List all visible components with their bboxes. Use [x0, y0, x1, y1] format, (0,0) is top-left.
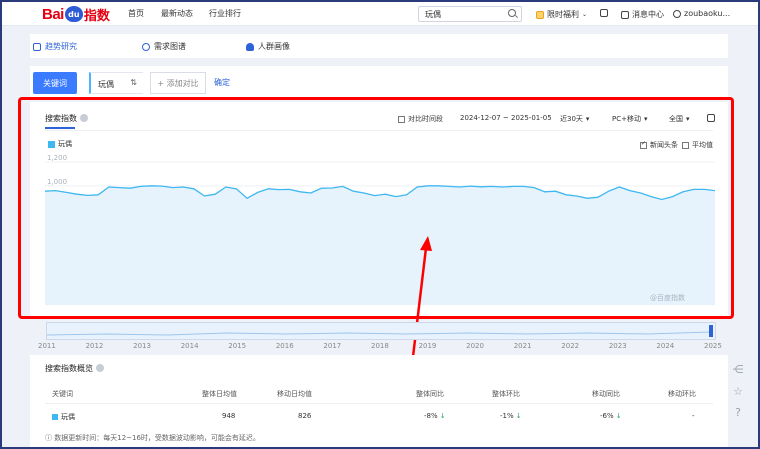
baidu-index-logo[interactable]: Bai du 指数 — [42, 5, 110, 24]
legend-swatch — [52, 414, 58, 420]
timeline-year-label: 2014 — [180, 342, 199, 350]
search-input[interactable]: 玩偶 — [418, 6, 522, 22]
timeline-year-label: 2013 — [133, 342, 151, 350]
arrow-down-icon: ↓ — [515, 412, 522, 420]
table-row-keyword: 玩偶 — [52, 412, 75, 422]
keyword-toolbar: 关键词 玩偶 ⇅ + 添加对比 确定 — [30, 66, 728, 100]
gift-icon — [536, 10, 544, 19]
message-icon — [621, 10, 629, 19]
col-overall-avg: 整体日均值 — [202, 390, 237, 398]
highlight-box — [18, 97, 734, 319]
divider — [45, 403, 713, 404]
timeline-year-label: 2012 — [85, 342, 104, 350]
overall-avg-value: 948 — [222, 412, 236, 420]
arrow-down-icon: ↓ — [615, 412, 622, 420]
timeline-year-label: 2024 — [656, 342, 675, 350]
people-icon — [246, 42, 254, 51]
timeline-year-label: 2016 — [275, 342, 294, 350]
promo-link[interactable]: 限时福利 ⌄ — [536, 9, 587, 20]
timeline-handle[interactable] — [709, 325, 713, 337]
col-mobile-mom: 移动环比 — [668, 390, 696, 398]
timeline-year-label: 2022 — [561, 342, 580, 350]
col-overall-mom: 整体环比 — [492, 390, 520, 398]
share-icon — [600, 9, 608, 17]
mobile-yoy-value: -6% ↓ — [600, 412, 622, 420]
timeline-year-label: 2019 — [418, 342, 437, 350]
share-link[interactable] — [600, 9, 608, 17]
help-icon[interactable] — [96, 364, 104, 372]
star-icon[interactable]: ☆ — [730, 385, 746, 399]
timeline-year-label: 2011 — [38, 342, 56, 350]
col-mobile-yoy: 移动同比 — [592, 390, 620, 398]
top-navbar: Bai du 指数 首页 最新动态 行业排行 玩偶 限时福利 ⌄ 消息中心 zo… — [2, 2, 758, 26]
confirm-button[interactable]: 确定 — [214, 77, 230, 88]
tab-audience-profile[interactable]: 人群画像 — [246, 41, 290, 52]
tab-demand-graph[interactable]: 需求图谱 — [142, 41, 186, 52]
overview-title: 搜索指数概览 — [45, 363, 104, 374]
trend-icon — [33, 42, 41, 51]
overall-yoy-value: -8% ↓ — [424, 412, 446, 420]
tab-trend-research[interactable]: 趋势研究 — [33, 41, 77, 52]
timeline-year-label: 2018 — [371, 342, 389, 350]
share-icon[interactable]: ⋲ — [730, 363, 746, 377]
keyword-chip[interactable]: 玩偶 ⇅ — [89, 72, 143, 94]
nav-industry-rank[interactable]: 行业排行 — [209, 8, 241, 19]
col-keyword: 关键词 — [52, 390, 73, 398]
sort-icon[interactable]: ⇅ — [130, 78, 137, 87]
keyword-button[interactable]: 关键词 — [33, 72, 77, 94]
message-center-link[interactable]: 消息中心 — [621, 9, 664, 20]
nav-home[interactable]: 首页 — [128, 8, 144, 19]
timeline-sparkline — [47, 331, 713, 336]
timeline-year-label: 2015 — [228, 342, 247, 350]
timeline-year-label: 2017 — [323, 342, 342, 350]
chevron-down-icon: ⌄ — [582, 11, 588, 18]
add-compare-button[interactable]: + 添加对比 — [150, 72, 206, 94]
info-icon: ⓘ — [45, 434, 52, 442]
timeline-year-label: 2020 — [466, 342, 484, 350]
mobile-mom-value: - — [692, 412, 695, 420]
help-circle-icon[interactable]: ? — [730, 406, 746, 420]
col-mobile-avg: 移动日均值 — [277, 390, 312, 398]
user-menu[interactable]: zoubaoku... — [673, 9, 730, 18]
footnote: ⓘ 数据更新时间：每天12~16时，受数据波动影响，可能会有延迟。 — [45, 434, 260, 442]
sub-navbar: 趋势研究 需求图谱 人群画像 — [30, 34, 728, 58]
timeline-year-label: 2023 — [608, 342, 627, 350]
mobile-avg-value: 826 — [298, 412, 312, 420]
col-overall-yoy: 整体同比 — [416, 390, 444, 398]
nav-latest-news[interactable]: 最新动态 — [161, 8, 193, 19]
timeline-scroller[interactable] — [46, 322, 716, 340]
overall-mom-value: -1% ↓ — [500, 412, 522, 420]
timeline-year-label: 2021 — [513, 342, 532, 350]
timeline-year-label: 2025 — [704, 342, 722, 350]
paw-icon: du — [64, 6, 83, 22]
user-icon — [673, 9, 681, 18]
search-icon[interactable] — [508, 9, 516, 17]
graph-icon — [142, 42, 150, 51]
arrow-down-icon: ↓ — [439, 412, 446, 420]
